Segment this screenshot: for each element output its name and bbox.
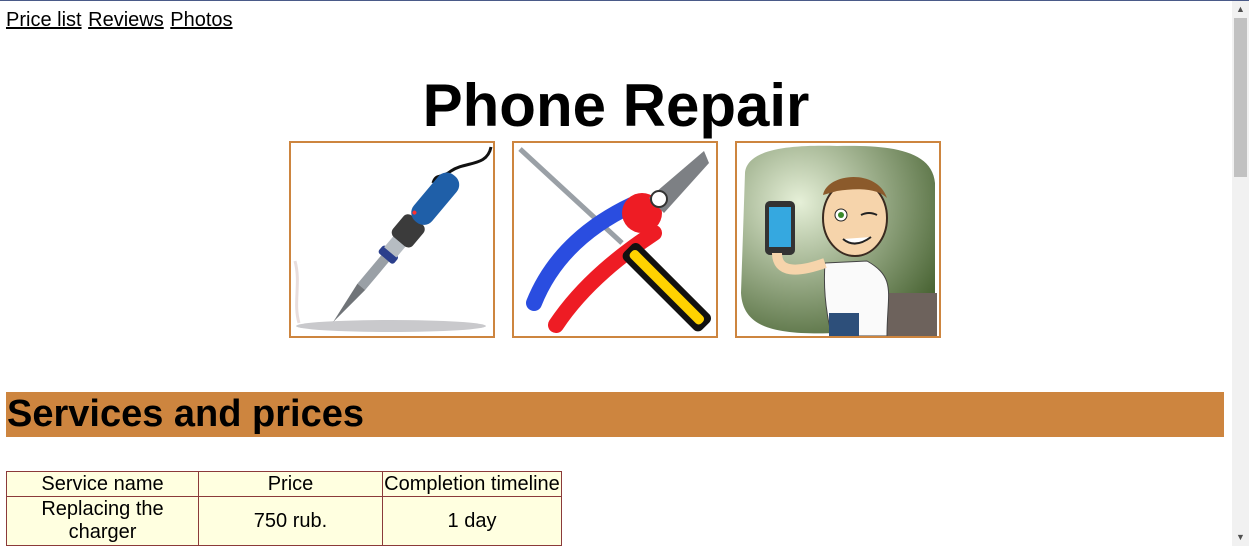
cell-price: 750 rub. [198, 496, 383, 546]
column-header-timeline: Completion timeline [382, 471, 562, 497]
cell-timeline: 1 day [382, 496, 562, 546]
table-row: Replacing the charger 750 rub. 1 day [6, 496, 562, 546]
page-title: Phone Repair [422, 72, 810, 139]
column-header-service: Service name [6, 471, 199, 497]
scroll-down-arrow-icon[interactable]: ▼ [1232, 529, 1249, 546]
price-table: Service name Price Completion timeline R… [6, 471, 562, 546]
nav-link-photos[interactable]: Photos [170, 9, 232, 31]
tools-image [512, 141, 718, 338]
nav-link-price-list[interactable]: Price list [6, 9, 82, 31]
vertical-scrollbar[interactable]: ▲ ▼ [1232, 1, 1249, 546]
nav-link-reviews[interactable]: Reviews [88, 9, 164, 31]
table-header-row: Service name Price Completion timeline [6, 471, 562, 497]
services-heading: Services and prices [6, 392, 1224, 437]
scrollbar-thumb[interactable] [1234, 18, 1247, 177]
scroll-up-arrow-icon[interactable]: ▲ [1232, 1, 1249, 18]
page: Price list Reviews Photos Phone Repair S… [0, 0, 1232, 546]
man-with-phone-image [735, 141, 941, 338]
top-nav: Price list Reviews Photos [6, 8, 234, 32]
soldering-iron-image [289, 141, 495, 338]
cell-service-name: Replacing the charger [6, 496, 199, 546]
column-header-price: Price [198, 471, 383, 497]
